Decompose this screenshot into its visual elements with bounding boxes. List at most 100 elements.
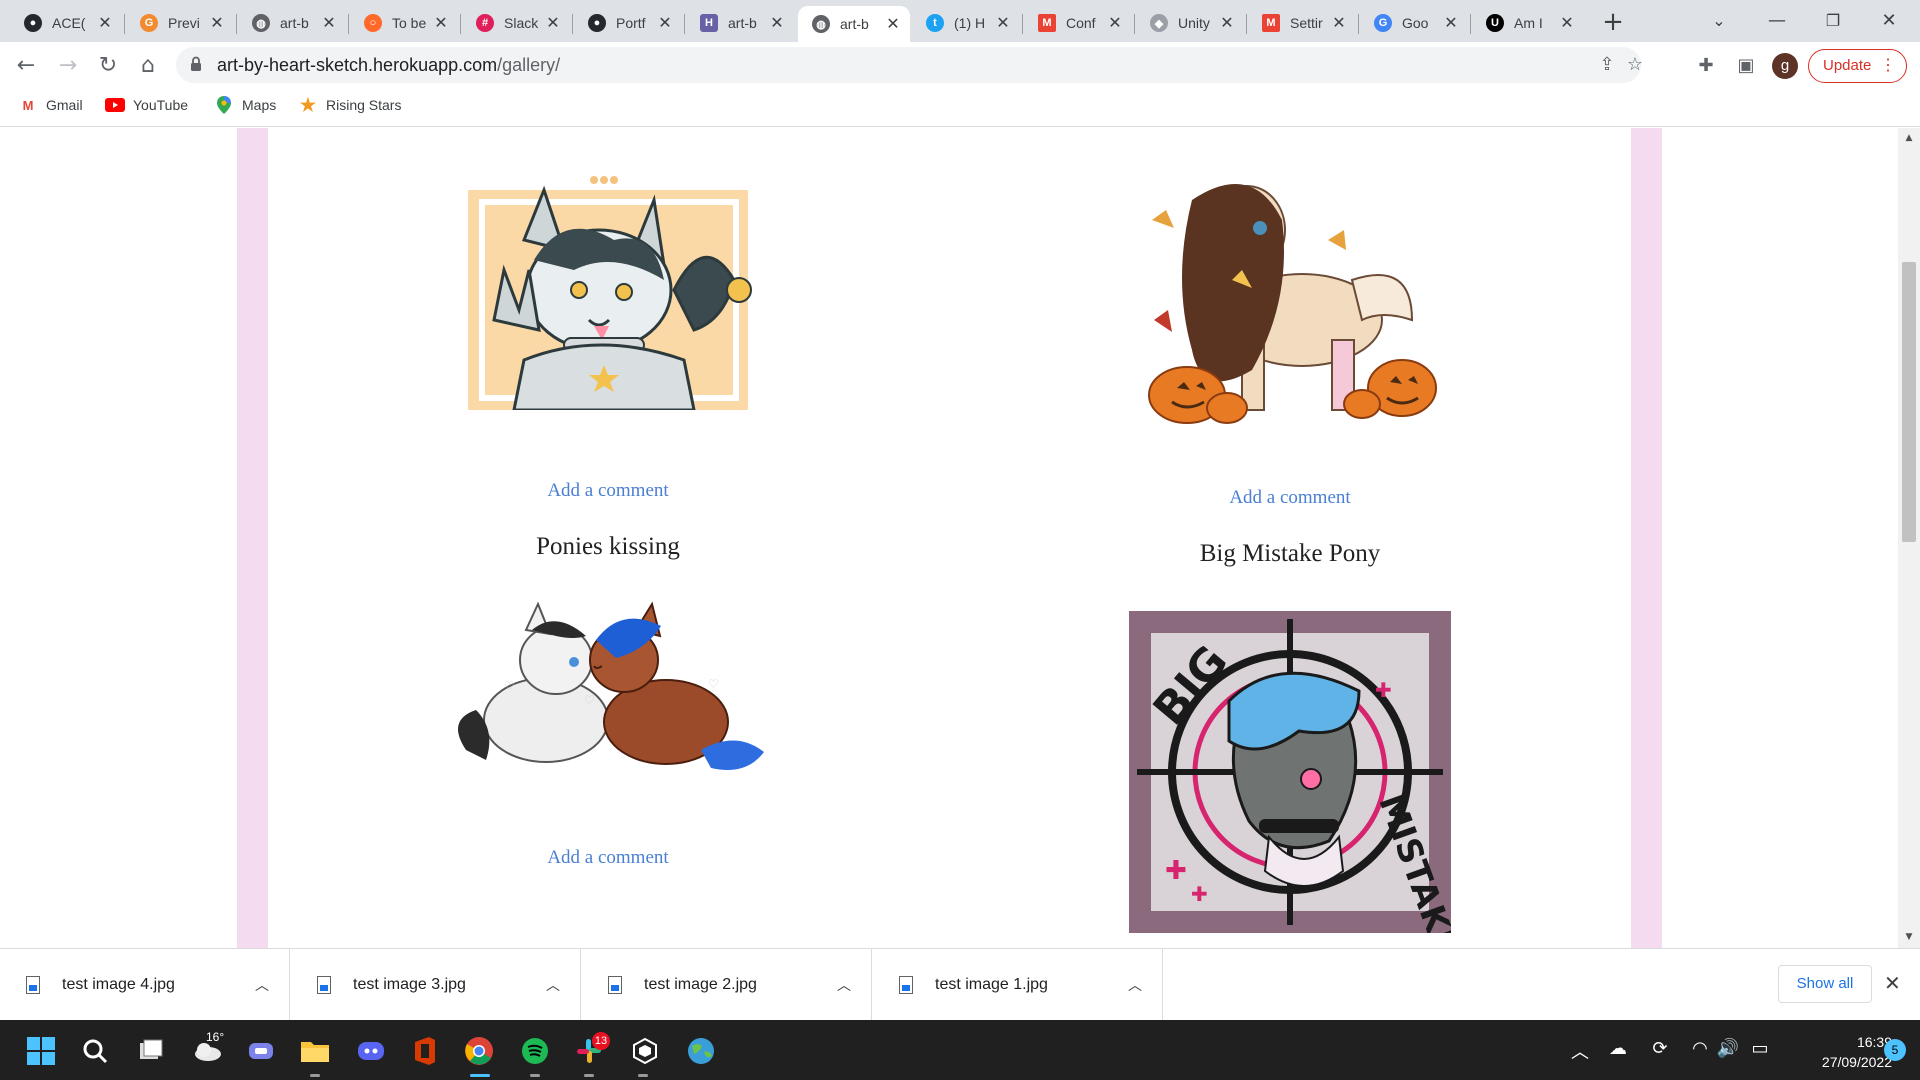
tab-portfolio[interactable]: ● Portf ✕ [574,6,682,40]
close-icon[interactable]: ✕ [1884,971,1901,995]
address-bar[interactable]: art-by-heart-sketch.herokuapp.com/galler… [176,47,1643,83]
close-icon[interactable]: ✕ [320,13,338,33]
download-filename: test image 2.jpg [644,976,757,993]
avatar[interactable]: g [1772,53,1798,79]
battery-icon[interactable]: ▭ [1746,1038,1774,1059]
bookmark-rising-stars[interactable]: ★ Rising Stars [298,94,402,115]
volume-icon[interactable]: 🔊 [1714,1038,1742,1059]
restore-button[interactable]: ❐ [1808,6,1858,36]
chrome-icon[interactable] [462,1034,496,1068]
close-icon[interactable]: ✕ [1442,13,1460,33]
windows-start-icon[interactable] [24,1034,58,1068]
notification-count-badge[interactable]: 5 [1884,1039,1906,1061]
bookmark-maps[interactable]: Maps [214,96,276,114]
tab-art-b-1[interactable]: ◍ art-b ✕ [238,6,346,40]
github-icon: ● [588,14,606,32]
tab-google[interactable]: G Goo ✕ [1360,6,1468,40]
tab-art-b-active[interactable]: ◍ art-b ✕ [798,6,910,42]
reload-button[interactable]: ↻ [92,50,124,82]
scrollbar-thumb[interactable] [1902,262,1916,542]
update-button[interactable]: Update ⋮ [1808,49,1907,83]
home-button[interactable]: ⌂ [132,50,164,82]
tab-art-b-heroku[interactable]: H art-b ✕ [686,6,794,40]
close-icon[interactable]: ✕ [768,13,786,33]
task-view-icon[interactable] [134,1034,168,1068]
system-clock[interactable]: 16:39 27/09/2022 [1780,1032,1892,1072]
close-icon[interactable]: ✕ [994,13,1012,33]
close-icon[interactable]: ✕ [1558,13,1576,33]
tab-title: art-b [280,15,309,31]
bookmarks-bar: M Gmail YouTube Maps ★ Rising Stars [0,89,1920,127]
close-icon[interactable]: ✕ [544,13,562,33]
close-icon[interactable]: ✕ [656,13,674,33]
download-item[interactable]: test image 4.jpg ︿ [0,949,290,1021]
close-icon[interactable]: ✕ [884,14,902,34]
search-icon[interactable] [78,1034,112,1068]
bookmark-star-icon[interactable]: ☆ [1622,53,1648,77]
close-icon[interactable]: ✕ [432,13,450,33]
image-file-icon [26,976,40,994]
bookmark-gmail[interactable]: M Gmail [18,97,83,113]
tab-ace[interactable]: ● ACE( ✕ [10,6,122,40]
download-bar: test image 4.jpg ︿ test image 3.jpg ︿ te… [0,948,1920,1021]
artwork-ponies-kissing[interactable]: ♡ ♡ ♡ [446,600,766,776]
teams-chat-icon[interactable] [244,1034,278,1068]
close-window-button[interactable]: ✕ [1864,6,1914,36]
forward-button[interactable]: → [52,50,84,82]
tab-preview[interactable]: G Previ ✕ [126,6,234,40]
tab-slack[interactable]: # Slack ✕ [462,6,570,40]
sync-icon[interactable]: ⟳ [1646,1038,1674,1059]
download-item[interactable]: test image 2.jpg ︿ [582,949,872,1021]
minimize-button[interactable]: — [1752,6,1802,36]
tab-title: Goo [1402,15,1429,31]
add-comment-link[interactable]: Add a comment [308,480,908,502]
weather-temp: 16° [206,1030,225,1044]
show-hidden-icons-chevron-icon[interactable]: ︿ [1566,1038,1594,1064]
tab-twitter[interactable]: t (1) H ✕ [912,6,1020,40]
chevron-up-icon[interactable]: ︿ [837,975,851,995]
artwork-wolf-peace-sign[interactable] [464,170,754,412]
tab-search-icon[interactable]: ⌄ [1694,6,1744,36]
close-icon[interactable]: ✕ [1106,13,1124,33]
app-globe-icon[interactable] [684,1034,718,1068]
add-comment-link[interactable]: Add a comment [990,487,1590,509]
download-item[interactable]: test image 3.jpg ︿ [291,949,581,1021]
close-icon[interactable]: ✕ [1218,13,1236,33]
back-button[interactable]: ← [10,50,42,82]
show-all-button[interactable]: Show all [1778,965,1872,1003]
side-panel-icon[interactable]: ▣ [1730,50,1762,82]
close-icon[interactable]: ✕ [208,13,226,33]
tab-gmail-conf[interactable]: M Conf ✕ [1024,6,1132,40]
file-explorer-icon[interactable] [298,1034,332,1068]
scroll-down-arrow-icon[interactable]: ▼ [1902,930,1916,944]
spotify-icon[interactable] [518,1034,552,1068]
close-icon[interactable]: ✕ [96,13,114,33]
download-item[interactable]: test image 1.jpg ︿ [873,949,1163,1021]
onedrive-error-icon[interactable]: ☁ [1604,1038,1632,1059]
star-icon: ★ [299,94,317,115]
gallery-container: Add a comment Add a comment Ponies kissi… [268,128,1631,948]
new-tab-button[interactable]: + [1598,8,1628,38]
add-comment-link[interactable]: Add a comment [308,847,908,869]
office-icon[interactable] [408,1034,442,1068]
discord-icon[interactable] [354,1034,388,1068]
close-icon[interactable]: ✕ [1330,13,1348,33]
tab-unity[interactable]: ◆ Unity ✕ [1136,6,1244,40]
unity-hub-icon[interactable] [628,1034,662,1068]
chevron-up-icon[interactable]: ︿ [255,975,269,995]
scroll-up-arrow-icon[interactable]: ▲ [1902,131,1916,145]
share-icon[interactable]: ⇪ [1594,53,1620,77]
chevron-up-icon[interactable]: ︿ [546,975,560,995]
tab-to-be[interactable]: ○ To be ✕ [350,6,458,40]
chevron-up-icon[interactable]: ︿ [1128,975,1142,995]
wifi-icon[interactable]: ◠ [1686,1038,1714,1059]
gmail-icon: M [1262,14,1280,32]
bookmark-youtube[interactable]: YouTube [105,97,188,113]
tab-am-i[interactable]: U Am I ✕ [1472,6,1584,40]
svg-text:♡: ♡ [504,679,515,693]
tab-title: ACE( [52,15,86,31]
artwork-big-mistake-pony[interactable]: BIG MISTAKE ✚ ✚ ✚ [1129,611,1465,948]
artwork-autumn-pony-pumpkins[interactable] [1132,170,1442,432]
extensions-puzzle-icon[interactable]: ✚ [1690,50,1722,82]
tab-gmail-settings[interactable]: M Settir ✕ [1248,6,1356,40]
